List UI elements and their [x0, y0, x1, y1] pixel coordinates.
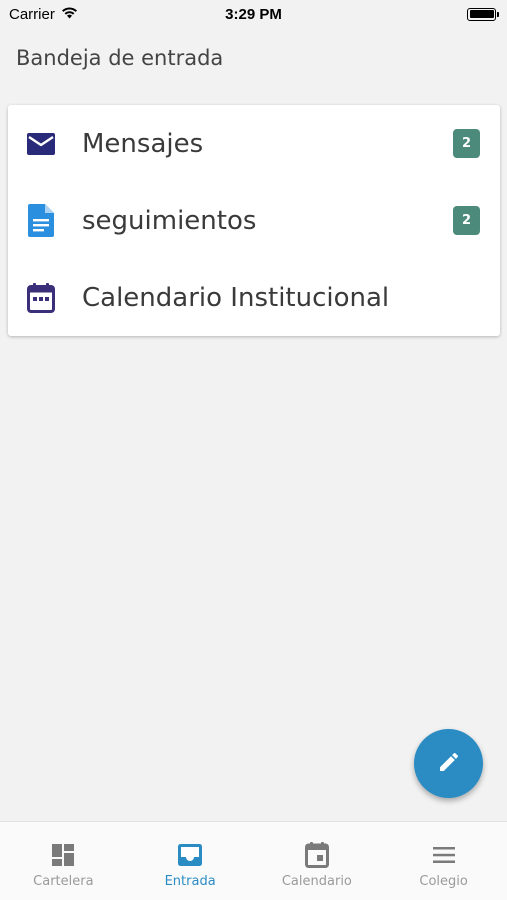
tab-label: Cartelera — [33, 874, 94, 889]
tab-entrada[interactable]: Entrada — [127, 822, 254, 900]
tab-label: Entrada — [164, 874, 216, 889]
status-left: Carrier — [9, 6, 78, 23]
carrier-label: Carrier — [9, 5, 55, 23]
pencil-icon — [437, 750, 461, 778]
tab-label: Colegio — [419, 874, 468, 889]
menu-icon — [430, 841, 458, 869]
menu-item-label: Mensajes — [82, 128, 204, 159]
page-title: Bandeja de entrada — [16, 46, 224, 70]
compose-button[interactable] — [414, 729, 483, 798]
document-icon — [26, 204, 56, 237]
tab-label: Calendario — [281, 874, 352, 889]
menu-item-label: Calendario Institucional — [82, 282, 390, 313]
menu-item-mensajes[interactable]: Mensajes 2 — [8, 105, 500, 182]
menu-item-seguimientos[interactable]: seguimientos 2 — [8, 182, 500, 259]
wifi-icon — [61, 6, 78, 23]
tab-cartelera[interactable]: Cartelera — [0, 822, 127, 900]
menu-item-calendario-institucional[interactable]: Calendario Institucional — [8, 259, 500, 336]
unread-count-badge: 2 — [453, 206, 480, 235]
inbox-icon — [176, 841, 204, 869]
inbox-menu-card: Mensajes 2 seguimientos 2 Calendario Ins… — [8, 105, 500, 336]
bottom-tab-bar: Cartelera Entrada Calendario Colegio — [0, 821, 507, 900]
status-bar: Carrier 3:29 PM — [0, 0, 507, 28]
mail-icon — [26, 129, 56, 159]
battery-icon — [467, 7, 499, 21]
menu-item-label: seguimientos — [82, 205, 257, 236]
tab-colegio[interactable]: Colegio — [380, 822, 507, 900]
calendar-icon — [303, 841, 331, 869]
dashboard-icon — [49, 841, 77, 869]
calendar-icon — [26, 282, 56, 313]
battery-level — [469, 10, 494, 18]
tab-calendario[interactable]: Calendario — [254, 822, 381, 900]
unread-count-badge: 2 — [453, 129, 480, 158]
